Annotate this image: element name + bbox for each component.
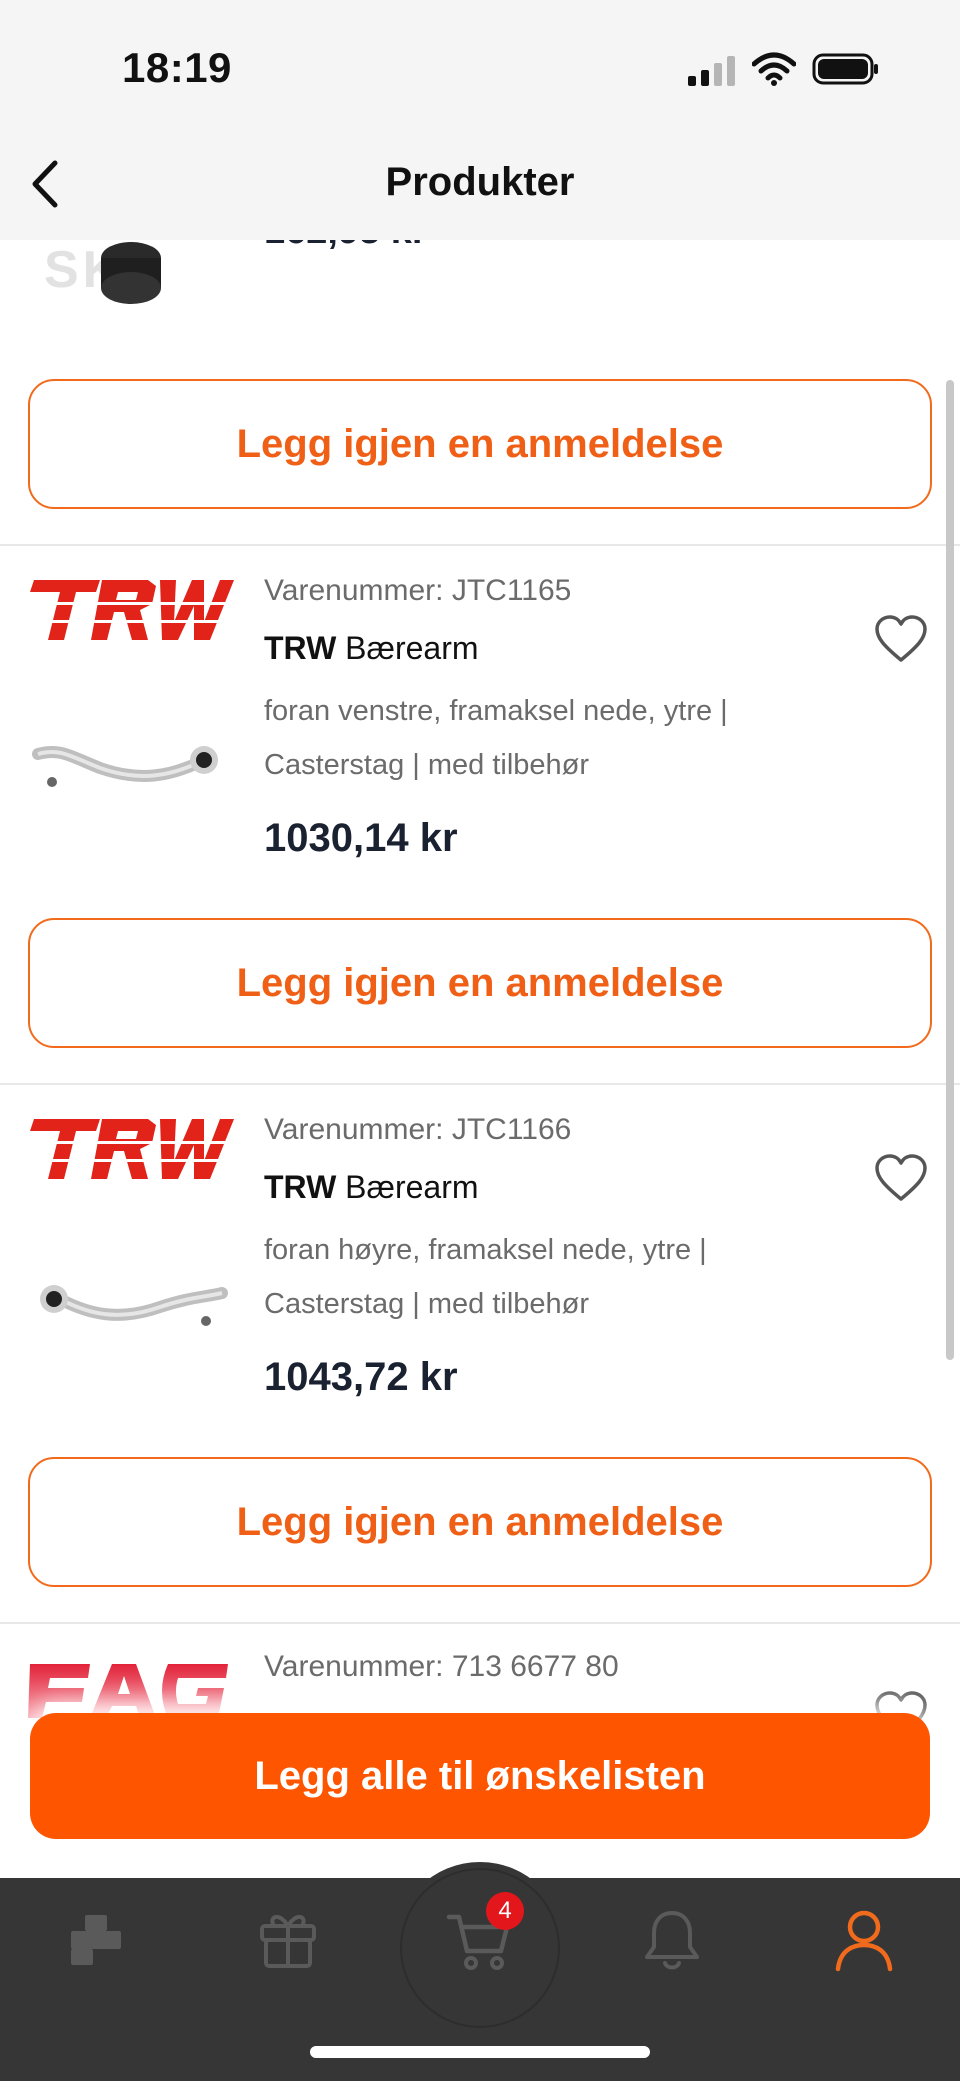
add-all-to-wishlist-button[interactable]: Legg alle til ønskelisten	[30, 1713, 930, 1839]
list-item-partial[interactable]: SKF 162,95 kr	[0, 240, 960, 320]
cart-badge: 4	[486, 1892, 524, 1930]
product-description: foran høyre, framaksel nede, ytre | Cast…	[264, 1234, 707, 1320]
battery-icon	[812, 53, 878, 85]
user-icon	[835, 1910, 893, 1972]
leave-review-button[interactable]: Legg igjen en anmeldelse	[28, 379, 932, 509]
tab-offers[interactable]	[248, 1900, 328, 1980]
product-item[interactable]: Varenummer: JTC1166 TRW Bærearm foran hø…	[0, 1085, 960, 1445]
product-name: Bærearm	[345, 1169, 479, 1205]
page-title: Produkter	[385, 160, 575, 204]
product-image	[101, 242, 161, 304]
trw-logo	[28, 580, 234, 640]
product-price: 1043,72 kr	[264, 1355, 458, 1399]
signal-icon	[688, 56, 735, 86]
leave-review-button[interactable]: Legg igjen en anmeldelse	[28, 918, 932, 1048]
tab-parts[interactable]	[56, 1900, 136, 1980]
trw-logo	[28, 1119, 234, 1179]
product-description: foran venstre, framaksel nede, ytre | Ca…	[264, 695, 728, 781]
status-bar: 18:19	[0, 0, 960, 130]
nav-bar: Produkter	[0, 130, 960, 240]
scrollbar[interactable]	[946, 380, 954, 1360]
bell-icon	[645, 1911, 699, 1970]
product-list[interactable]: SKF 162,95 kr Legg igjen en anmeldelse	[0, 240, 960, 1878]
tab-notifications[interactable]	[632, 1900, 712, 1980]
status-time: 18:19	[122, 44, 232, 91]
wifi-icon	[752, 52, 796, 86]
product-name: Bærearm	[345, 630, 479, 666]
product-brand: TRW	[264, 1169, 337, 1205]
product-image	[40, 1285, 228, 1326]
puzzle-icon	[71, 1915, 121, 1965]
product-brand: TRW	[264, 630, 337, 666]
gift-icon	[260, 1915, 316, 1968]
product-title: TRW Bærearm	[264, 630, 479, 667]
product-title: TRW Bærearm	[264, 1169, 479, 1206]
heart-icon[interactable]	[874, 1153, 928, 1203]
tab-profile[interactable]	[824, 1900, 904, 1980]
leave-review-button[interactable]: Legg igjen en anmeldelse	[28, 1457, 932, 1587]
product-sku: Varenummer: JTC1165	[264, 574, 572, 607]
product-price: 1030,14 kr	[264, 816, 458, 860]
heart-icon[interactable]	[874, 614, 928, 664]
fag-logo	[28, 1664, 228, 1718]
product-item[interactable]: Varenummer: JTC1165 TRW Bærearm foran ve…	[0, 546, 960, 906]
product-image	[32, 745, 218, 787]
product-price: 162,95 kr	[264, 240, 427, 253]
product-sku: Varenummer: JTC1166	[264, 1113, 572, 1146]
home-indicator[interactable]	[310, 2046, 650, 2058]
product-sku: Varenummer: 713 6677 80	[264, 1650, 619, 1683]
